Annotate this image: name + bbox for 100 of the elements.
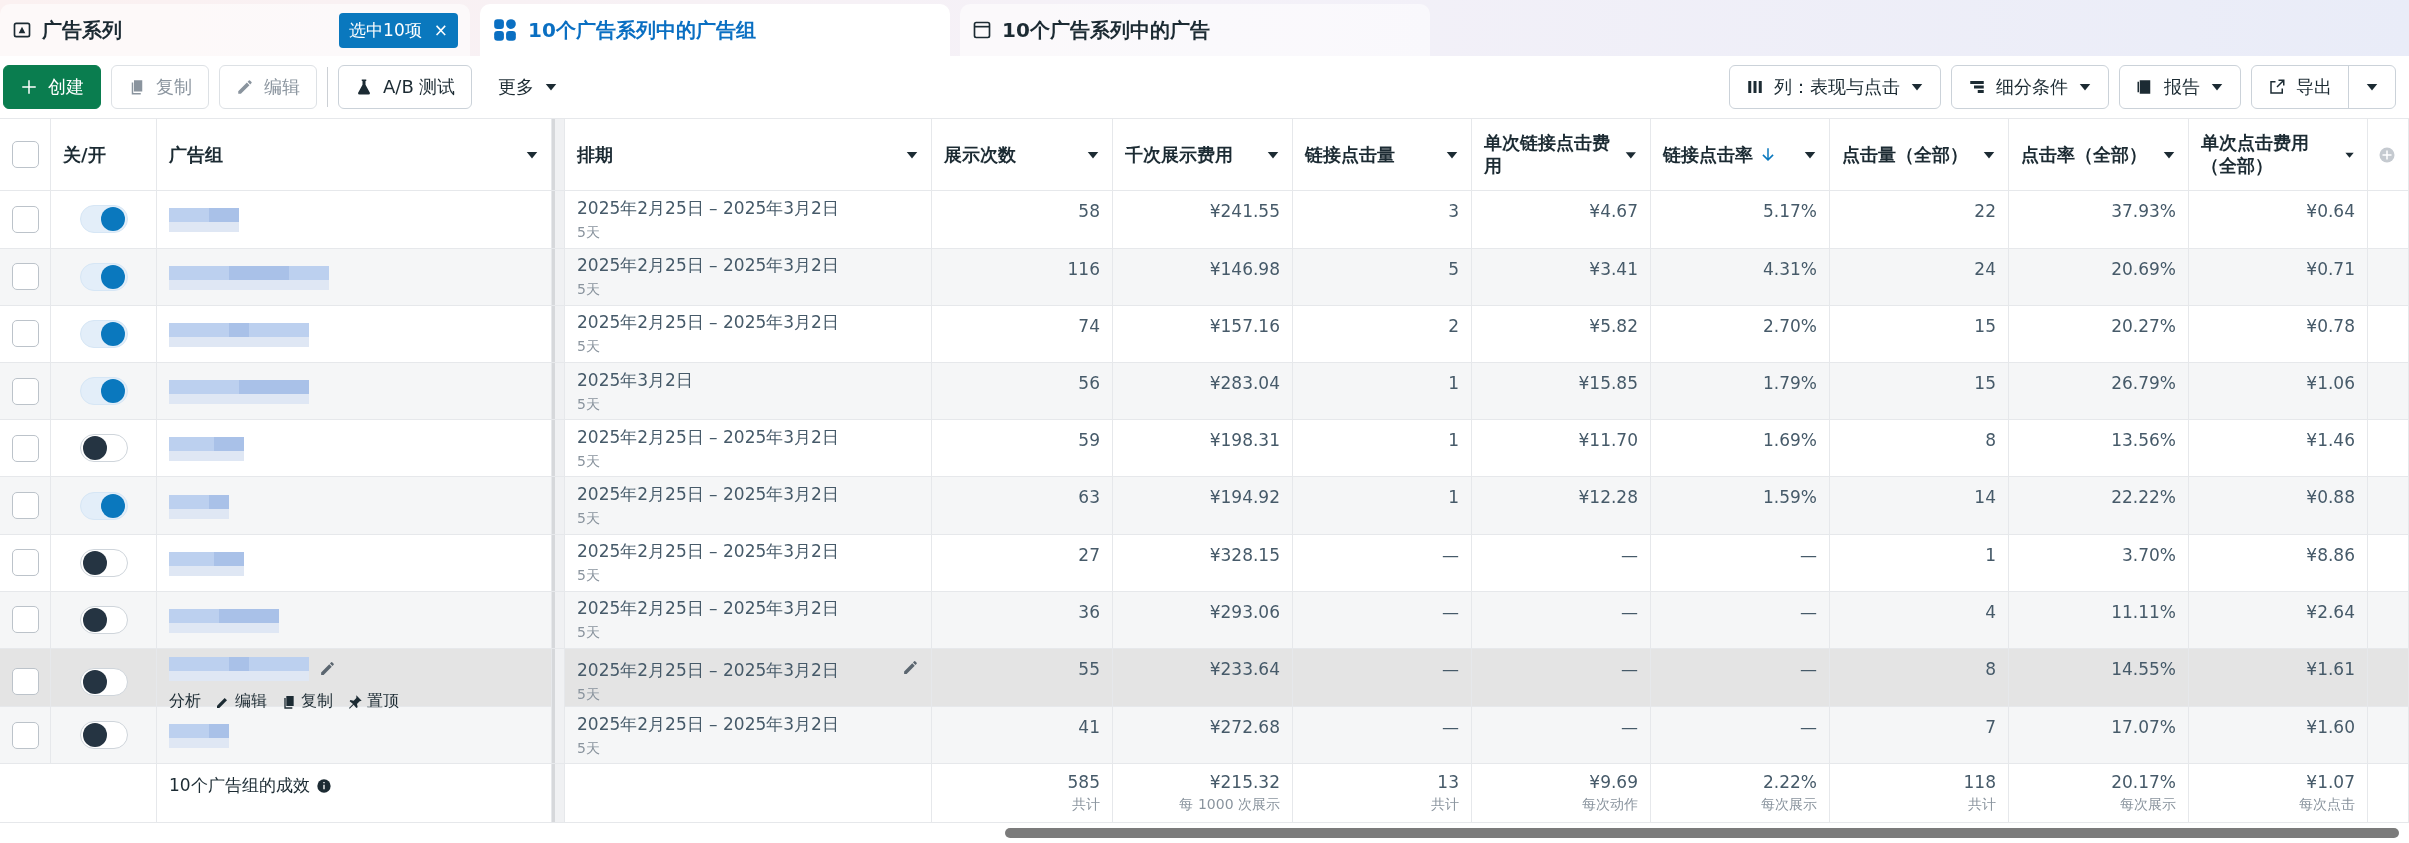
table-cell: ¥0.78 bbox=[2306, 315, 2355, 336]
table-cell: ¥15.85 bbox=[1578, 373, 1638, 393]
toggle-switch[interactable] bbox=[79, 667, 128, 696]
table-row[interactable]: 2025年2月25日 – 2025年3月2日 5天 27 ¥328.15 — — — 1 3.70% ¥8.86 bbox=[0, 534, 2409, 592]
column-header[interactable]: 展示次数 bbox=[944, 143, 1016, 167]
table-cell: 1 bbox=[1448, 487, 1459, 508]
toggle-switch[interactable] bbox=[79, 319, 128, 348]
toggle-switch[interactable] bbox=[79, 262, 128, 291]
table-row[interactable]: 2025年2月25日 – 2025年3月2日 5天 36 ¥293.06 — — — 4 11.11% ¥2.64 bbox=[0, 591, 2409, 650]
tab-label: 10个广告系列中的广告组 bbox=[528, 16, 757, 44]
add-column-icon bbox=[2378, 145, 2396, 164]
column-header[interactable]: 单次链接点击费用 bbox=[1484, 132, 1625, 178]
table-row[interactable]: 2025年2月25日 – 2025年3月2日 5天 116 ¥146.98 5 ¥3.41 4.31% 24 20.69% ¥0.71 bbox=[0, 248, 2409, 306]
table-cell: 4.31% bbox=[1763, 258, 1817, 279]
table-cell: 1.69% bbox=[1763, 430, 1817, 451]
column-header[interactable]: 千次展示费用 bbox=[1125, 143, 1233, 167]
table-cell: ¥3.41 bbox=[1589, 258, 1638, 279]
toggle-switch[interactable] bbox=[79, 721, 128, 750]
table-cell: ¥11.70 bbox=[1578, 430, 1638, 451]
column-header[interactable]: 广告组 bbox=[169, 143, 223, 167]
table-cell: 1 bbox=[1448, 430, 1459, 451]
schedule-text: 2025年2月25日 – 2025年3月2日 bbox=[577, 597, 839, 621]
table-cell: — bbox=[1442, 544, 1459, 565]
schedule-text: 2025年2月25日 – 2025年3月2日 bbox=[577, 311, 839, 335]
table-cell: 116 bbox=[1067, 258, 1100, 279]
table-cell: ¥1.06 bbox=[2306, 373, 2355, 393]
toolbar-button[interactable]: 细分条件 bbox=[1951, 65, 2109, 110]
selection-badge[interactable]: 选中10项 × bbox=[339, 12, 458, 48]
badge-label: 选中10项 bbox=[349, 18, 422, 42]
tab[interactable]: 广告系列 选中10项 × bbox=[0, 4, 470, 57]
table-cell: ¥5.82 bbox=[1589, 315, 1638, 336]
checkbox[interactable] bbox=[12, 492, 39, 520]
table-row[interactable]: 分析 编辑 复制 置顶 2025年2月25日 – 2025年3月2日 5天 55 ¥233.64 — — — 8 14.55% ¥1.61 bbox=[0, 649, 2409, 708]
table-cell: 63 bbox=[1078, 487, 1100, 508]
tab-label: 10个广告系列中的广告 bbox=[1002, 16, 1211, 44]
table-cell: 5 bbox=[1448, 258, 1459, 279]
checkbox[interactable] bbox=[12, 606, 39, 634]
schedule-text: 2025年2月25日 – 2025年3月2日 bbox=[577, 712, 839, 736]
grid-icon bbox=[492, 17, 518, 44]
column-header[interactable]: 链接点击量 bbox=[1305, 143, 1395, 167]
checkbox[interactable] bbox=[12, 721, 39, 749]
table-row[interactable]: 2025年2月25日 – 2025年3月2日 5天 58 ¥241.55 3 ¥4.67 5.17% 22 37.93% ¥0.64 bbox=[0, 191, 2409, 249]
window-icon bbox=[972, 20, 992, 41]
checkbox[interactable] bbox=[12, 549, 39, 577]
toggle-switch[interactable] bbox=[79, 205, 128, 234]
checkbox[interactable] bbox=[12, 320, 39, 348]
duration-text: 5天 bbox=[577, 567, 600, 586]
table-cell: 59 bbox=[1078, 430, 1100, 451]
table-cell: 3.70% bbox=[2122, 544, 2176, 565]
summary-label: 10个广告组的成效 bbox=[169, 774, 310, 798]
table-cell: — bbox=[1442, 659, 1459, 680]
toggle-switch[interactable] bbox=[79, 377, 128, 406]
table-cell: 41 bbox=[1078, 717, 1100, 738]
column-header[interactable]: 链接点击率 bbox=[1663, 143, 1777, 167]
table-cell: — bbox=[1621, 659, 1638, 680]
column-header[interactable]: 点击率（全部） bbox=[2021, 143, 2147, 167]
schedule-text: 2025年2月25日 – 2025年3月2日 bbox=[577, 540, 839, 564]
column-header[interactable]: 点击量（全部） bbox=[1842, 143, 1968, 167]
duration-text: 5天 bbox=[577, 624, 600, 643]
table-cell: ¥0.88 bbox=[2306, 487, 2355, 508]
tab[interactable]: 10个广告系列中的广告组 bbox=[480, 4, 950, 57]
total-value: 118 bbox=[1963, 772, 1996, 793]
table-cell: — bbox=[1800, 601, 1817, 622]
table-row[interactable]: 2025年2月25日 – 2025年3月2日 5天 59 ¥198.31 1 ¥11.70 1.69% 8 13.56% ¥1.46 bbox=[0, 420, 2409, 478]
toolbar-button[interactable]: A/B 测试 bbox=[338, 65, 473, 110]
create-button[interactable]: 创建 bbox=[3, 65, 101, 110]
close-icon[interactable]: × bbox=[433, 20, 448, 41]
checkbox[interactable] bbox=[12, 668, 39, 696]
table-row[interactable]: 2025年2月25日 – 2025年3月2日 5天 74 ¥157.16 2 ¥5.82 2.70% 15 20.27% ¥0.78 bbox=[0, 305, 2409, 363]
duration-text: 5天 bbox=[577, 510, 600, 529]
duration-text: 5天 bbox=[577, 223, 600, 242]
tab[interactable]: 10个广告系列中的广告 bbox=[960, 4, 1430, 57]
table-row[interactable]: 2025年3月2日 5天 56 ¥283.04 1 ¥15.85 1.79% 15 26.79% ¥1.06 bbox=[0, 363, 2409, 421]
checkbox[interactable] bbox=[12, 377, 39, 405]
table-cell: — bbox=[1800, 717, 1817, 738]
table-cell: 26.79% bbox=[2111, 373, 2176, 393]
toolbar-button[interactable]: 列：表现与点击 bbox=[1729, 65, 1941, 110]
checkbox[interactable] bbox=[12, 205, 39, 233]
column-header[interactable]: 单次点击费用（全部） bbox=[2201, 132, 2344, 178]
toolbar-button[interactable]: 报告 bbox=[2119, 65, 2241, 110]
total-note: 每 1000 次展示 bbox=[1179, 796, 1280, 815]
total-value: 2.22% bbox=[1763, 772, 1817, 793]
table-cell: ¥0.64 bbox=[2306, 201, 2355, 222]
toggle-switch[interactable] bbox=[79, 548, 128, 577]
table-cell: ¥194.92 bbox=[1209, 487, 1280, 508]
toggle-switch[interactable] bbox=[79, 491, 128, 520]
table-cell: 17.07% bbox=[2111, 717, 2176, 738]
column-header[interactable]: 排期 bbox=[577, 143, 613, 167]
checkbox[interactable] bbox=[12, 141, 39, 169]
column-header[interactable]: 关/开 bbox=[63, 143, 106, 167]
table-cell: 8 bbox=[1985, 659, 1996, 680]
table-cell: ¥293.06 bbox=[1209, 601, 1280, 622]
total-value: ¥9.69 bbox=[1589, 772, 1638, 793]
checkbox[interactable] bbox=[12, 263, 39, 291]
scrollbar[interactable] bbox=[1005, 828, 2399, 839]
table-cell: ¥157.16 bbox=[1209, 315, 1280, 336]
toggle-switch[interactable] bbox=[79, 434, 128, 463]
checkbox[interactable] bbox=[12, 434, 39, 462]
toggle-switch[interactable] bbox=[79, 606, 128, 634]
table-row[interactable]: 2025年2月25日 – 2025年3月2日 5天 63 ¥194.92 1 ¥12.28 1.59% 14 22.22% ¥0.88 bbox=[0, 477, 2409, 535]
